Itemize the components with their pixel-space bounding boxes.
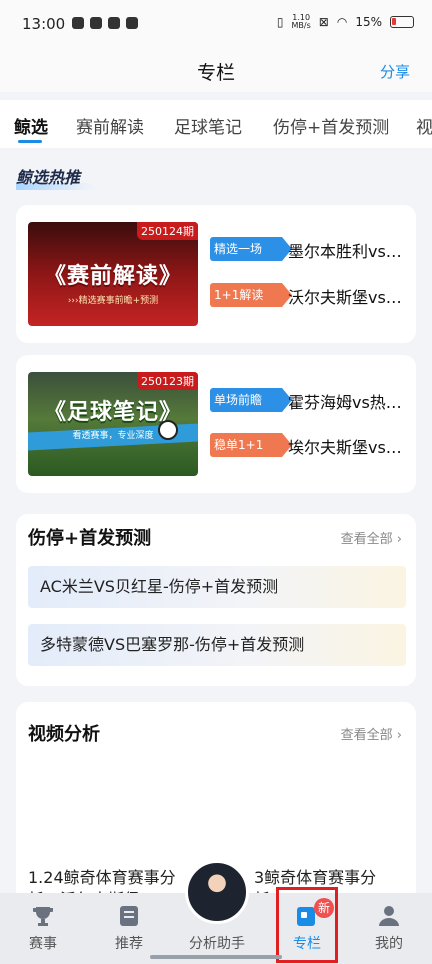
battery-icon — [390, 16, 414, 28]
highlight-box — [276, 887, 338, 963]
category-tabs: 鲸选 赛前解读 足球笔记 伤停+首发预测 视 — [0, 100, 432, 148]
nav-label: 赛事 — [29, 936, 57, 952]
match-title[interactable]: 墨尔本胜利vs… — [288, 238, 408, 262]
status-notification-icons — [72, 17, 138, 29]
title-bar: 专栏 分享 — [0, 50, 432, 92]
featured-card[interactable]: 《赛前解读》 ›››精选赛事前瞻+预测 250124期 精选一场 墨尔本胜利vs… — [16, 205, 416, 343]
share-button[interactable]: 分享 — [380, 61, 410, 82]
tab-video[interactable]: 视 — [416, 113, 432, 138]
vibrate-icon: ▯ — [276, 15, 284, 29]
football-icon — [158, 420, 178, 440]
battery-percent: 15% — [355, 15, 382, 29]
section-title: 视频分析 — [28, 724, 100, 745]
video-title[interactable]: 1.24鲸奇体育赛事分 — [28, 864, 176, 888]
match-title[interactable]: 沃尔夫斯堡vs… — [288, 284, 408, 308]
notification-icon — [72, 17, 84, 29]
tab-jingxuan[interactable]: 鲸选 — [14, 113, 48, 138]
tag-label: 稳单1+1 — [210, 433, 292, 457]
page-title: 专栏 — [196, 62, 235, 84]
list-item[interactable]: AC米兰VS贝红星-伤停+首发预测 — [28, 566, 406, 608]
active-tab-indicator — [18, 140, 42, 143]
wifi-icon: ◠ — [336, 15, 348, 29]
nav-item-recommend[interactable]: 推荐 — [94, 893, 164, 964]
document-icon — [120, 906, 138, 926]
featured-card[interactable]: 《足球笔记》 看透赛事，专业深度 250123期 单场前瞻 霍芬海姆vs热… 稳… — [16, 355, 416, 493]
no-sim-icon: ⊠ — [318, 15, 329, 29]
trophy-icon — [33, 907, 53, 926]
match-title[interactable]: 埃尔夫斯堡vs… — [288, 434, 408, 458]
nav-item-mine[interactable]: 我的 — [354, 893, 424, 964]
nav-item-events[interactable]: 赛事 — [8, 893, 78, 964]
status-bar: 13:00 ▯ 1.10 MB/s ⊠ ◠ 15% — [0, 0, 432, 50]
assistant-avatar[interactable] — [185, 860, 249, 924]
section-title: 伤停+首发预测 — [28, 528, 152, 549]
see-all-link[interactable]: 查看全部 › — [341, 724, 402, 743]
issue-badge: 250124期 — [137, 222, 198, 240]
tag-label: 1+1解读 — [210, 283, 292, 307]
nav-label: 我的 — [375, 936, 403, 952]
network-speed: 1.10 MB/s — [291, 13, 311, 30]
tag-label: 精选一场 — [210, 237, 292, 261]
list-item[interactable]: 多特蒙德VS巴塞罗那-伤停+首发预测 — [28, 624, 406, 666]
match-title[interactable]: 霍芬海姆vs热… — [288, 389, 408, 413]
chevron-right-icon: › — [396, 728, 402, 743]
home-indicator — [150, 955, 282, 959]
prediction-section: 伤停+首发预测 查看全部 › AC米兰VS贝红星-伤停+首发预测 多特蒙德VS巴… — [16, 514, 416, 686]
video-title[interactable]: 3鲸奇体育赛事分 — [254, 864, 376, 888]
nav-label: 分析助手 — [189, 936, 245, 952]
thumbnail-subtitle: ›››精选赛事前瞻+预测 — [67, 296, 159, 306]
issue-badge: 250123期 — [137, 372, 198, 390]
notification-icon — [90, 17, 102, 29]
chevron-right-icon: › — [396, 532, 402, 547]
user-icon — [379, 906, 399, 926]
status-system-icons: ▯ 1.10 MB/s ⊠ ◠ 15% — [277, 14, 414, 30]
tab-football-notes[interactable]: 足球笔记 — [174, 113, 242, 138]
notification-icon — [126, 17, 138, 29]
tab-pre-match[interactable]: 赛前解读 — [76, 113, 144, 138]
tab-injury-lineup[interactable]: 伤停+首发预测 — [273, 113, 389, 138]
notification-icon — [108, 17, 120, 29]
featured-heading: 鲸选热推 — [16, 164, 95, 190]
see-all-link[interactable]: 查看全部 › — [341, 528, 402, 547]
status-time: 13:00 — [22, 15, 66, 33]
tag-label: 单场前瞻 — [210, 388, 292, 412]
nav-label: 推荐 — [115, 936, 143, 952]
article-thumbnail[interactable]: 《赛前解读》 ›››精选赛事前瞻+预测 250124期 — [28, 222, 198, 326]
thumbnail-title: 《赛前解读》 — [43, 264, 182, 289]
article-thumbnail[interactable]: 《足球笔记》 看透赛事，专业深度 250123期 — [28, 372, 198, 476]
